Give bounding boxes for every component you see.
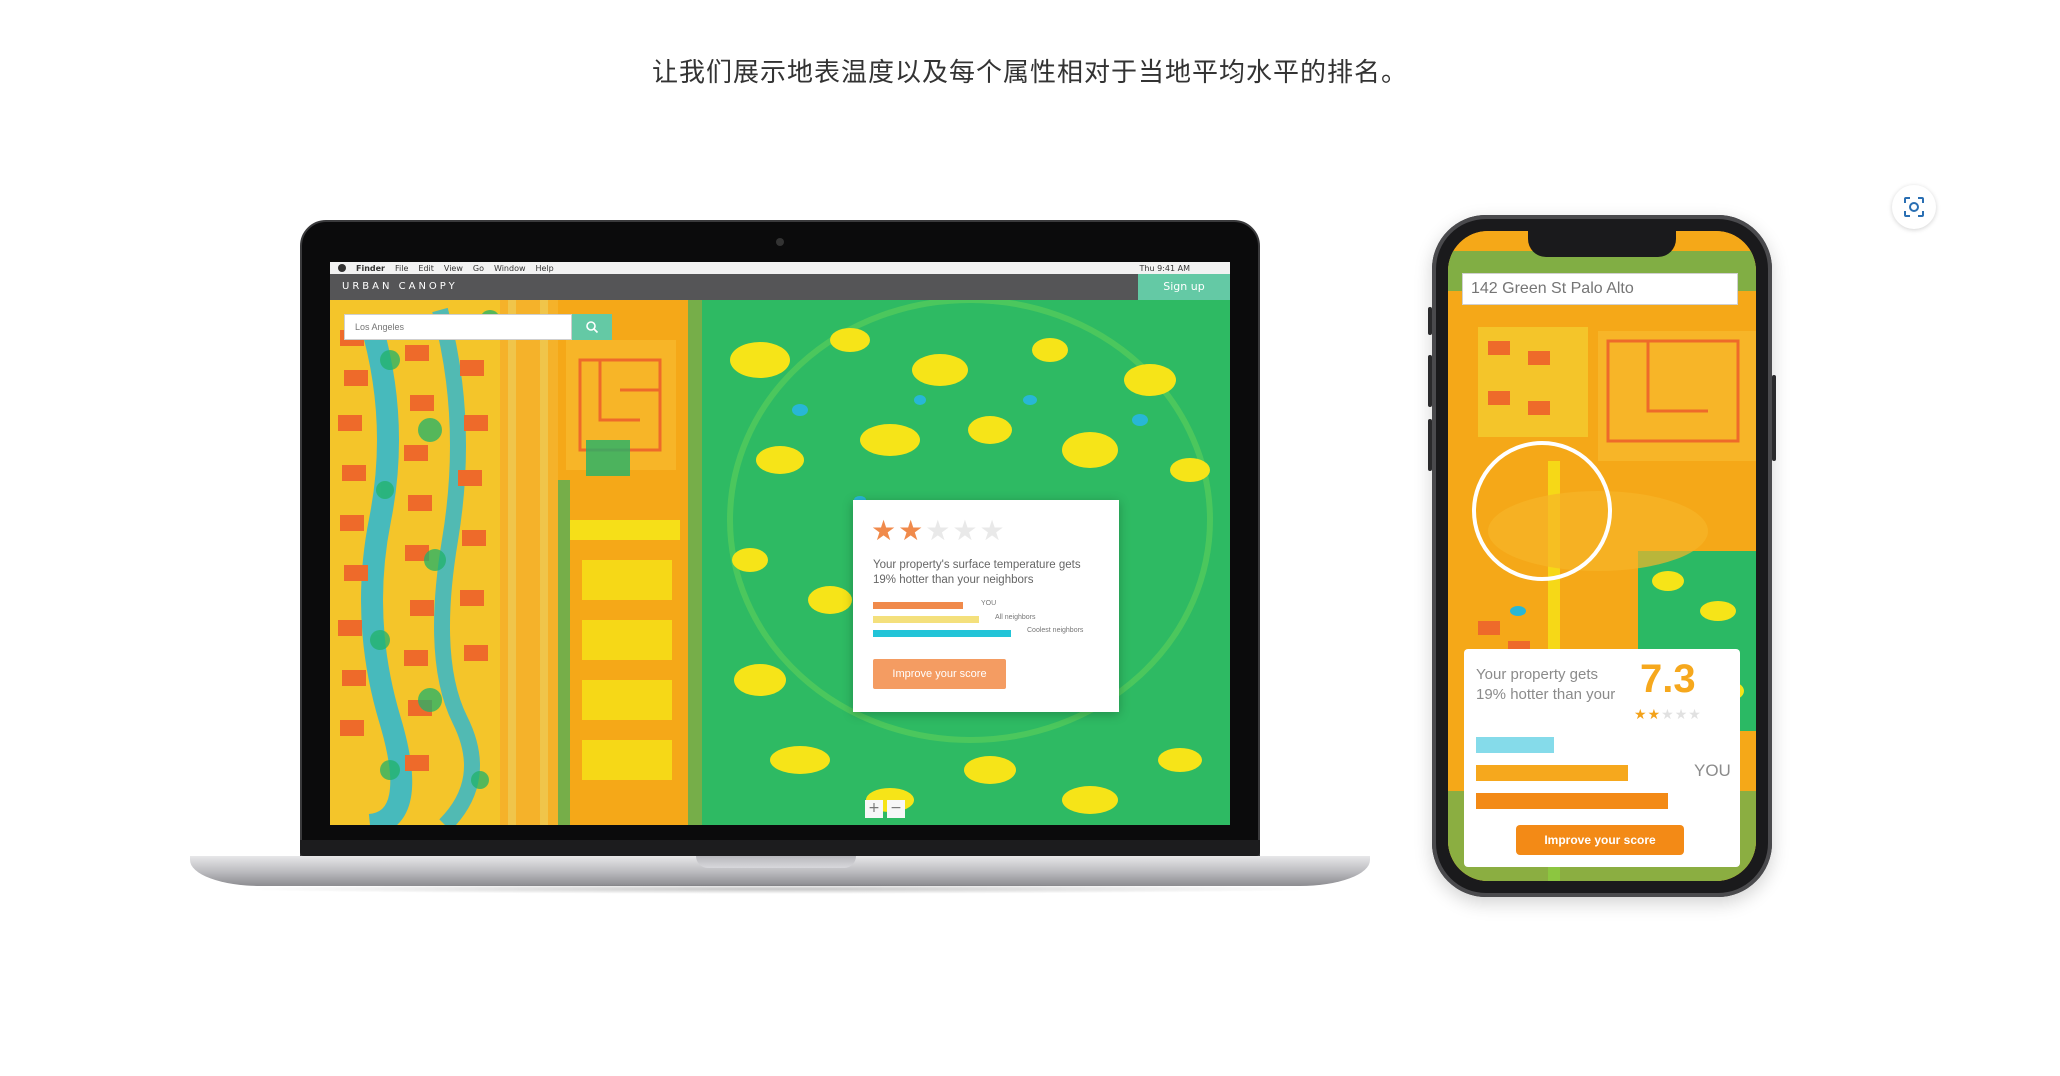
macos-menubar: Finder File Edit View Go Window Help Thu… — [330, 262, 1230, 274]
star-rating: ★★★★★ — [871, 514, 1007, 547]
phone-notch — [1528, 231, 1676, 257]
phone-power-button — [1772, 375, 1776, 461]
laptop-camera — [776, 238, 784, 246]
scan-icon — [1904, 197, 1924, 217]
page-caption: 让我们展示地表温度以及每个属性相对于当地平均水平的排名。 — [651, 58, 1408, 88]
phone-star-rating: ★★★★★ — [1634, 707, 1702, 723]
star-icon: ★ — [925, 514, 953, 547]
improve-score-button[interactable]: Improve your score — [873, 659, 1006, 689]
phone-volume-up — [1428, 355, 1432, 407]
app-header: URBAN CANOPY Sign up — [330, 274, 1230, 300]
comparison-bar-coolest — [873, 630, 1011, 637]
brand-logo[interactable]: URBAN CANOPY — [342, 281, 458, 292]
property-highlight-circle — [1472, 441, 1612, 581]
menu-file[interactable]: File — [395, 264, 408, 273]
comparison-bar-you — [873, 602, 963, 609]
comparison-label-coolest: Coolest neighbors — [1027, 627, 1084, 634]
phone-screen: Your property gets 19% hotter than your … — [1448, 231, 1756, 881]
menu-view[interactable]: View — [444, 264, 463, 273]
phone-you-label: YOU — [1694, 761, 1731, 780]
phone-address-input[interactable] — [1463, 274, 1739, 304]
map-zoom-out-button[interactable]: − — [887, 800, 905, 818]
comparison-label-all: All neighbors — [995, 614, 1036, 621]
star-icon: ★ — [952, 514, 980, 547]
phone-summary-text: Your property gets 19% hotter than your — [1476, 666, 1616, 703]
star-icon: ★ — [871, 514, 899, 547]
menu-help[interactable]: Help — [536, 264, 554, 273]
star-icon: ★ — [979, 514, 1007, 547]
phone-score-card: Your property gets 19% hotter than your … — [1464, 649, 1740, 867]
star-icon: ★ — [1634, 707, 1648, 723]
menu-edit[interactable]: Edit — [418, 264, 434, 273]
laptop-shadow — [230, 884, 1330, 894]
rating-card: ★★★★★ Your property's surface temperatur… — [853, 500, 1119, 712]
menu-finder[interactable]: Finder — [356, 264, 385, 273]
phone-side-button — [1428, 307, 1432, 335]
menu-window[interactable]: Window — [494, 264, 526, 273]
laptop-opening-notch — [696, 856, 856, 868]
phone-frame: Your property gets 19% hotter than your … — [1428, 215, 1776, 897]
star-icon: ★ — [1661, 707, 1675, 723]
star-icon: ★ — [1688, 707, 1702, 723]
phone-score-value: 7.3 — [1640, 657, 1696, 701]
laptop-screen: Finder File Edit View Go Window Help Thu… — [330, 262, 1230, 825]
menubar-clock[interactable]: Thu 9:41 AM — [1140, 264, 1190, 273]
phone-volume-down — [1428, 419, 1432, 471]
star-icon: ★ — [898, 514, 926, 547]
menu-go[interactable]: Go — [473, 264, 484, 273]
phone-bar-all — [1476, 793, 1668, 809]
image-zoom-button[interactable] — [1892, 185, 1936, 229]
location-search-input[interactable] — [345, 316, 565, 338]
phone-improve-score-button[interactable]: Improve your score — [1516, 825, 1684, 855]
location-search-box — [344, 314, 572, 340]
star-icon: ★ — [1647, 707, 1662, 723]
temperature-summary: Your property's surface temperature gets… — [873, 559, 1081, 586]
signup-button[interactable]: Sign up — [1138, 274, 1230, 300]
comparison-label-you: YOU — [981, 600, 997, 607]
phone-bar-coolest — [1476, 737, 1554, 753]
laptop-bezel-bottom — [300, 840, 1260, 856]
search-button[interactable] — [572, 314, 612, 340]
search-icon — [586, 321, 599, 334]
map-zoom-in-button[interactable]: + — [865, 800, 883, 818]
phone-address-box — [1462, 273, 1739, 305]
phone-bar-you — [1476, 765, 1628, 781]
apple-icon[interactable] — [338, 264, 346, 272]
star-icon: ★ — [1674, 707, 1689, 723]
comparison-bar-all — [873, 616, 979, 623]
